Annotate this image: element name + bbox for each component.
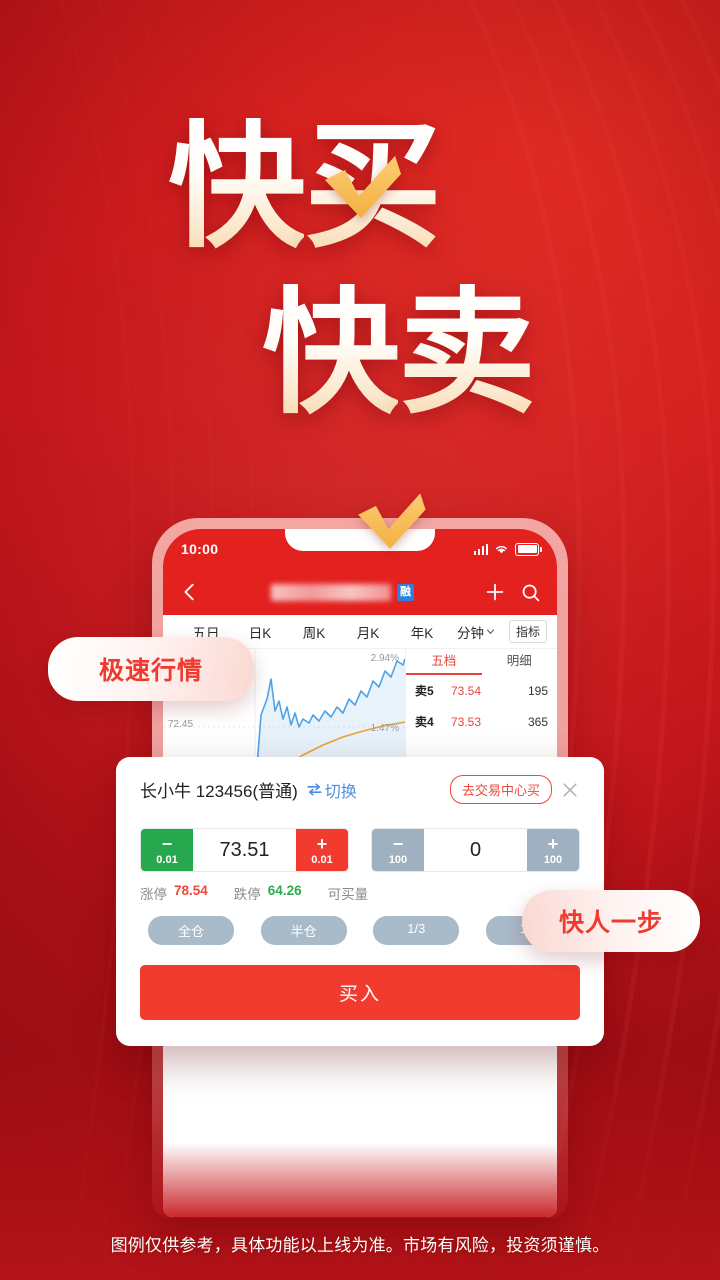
limit-up-label: 涨停 [140,887,167,902]
quantity-stepper: − 100 0 + 100 [371,828,580,872]
quote-level: 卖4 [415,715,434,729]
quantity-step: 100 [543,853,563,866]
limit-up-value: 78.54 [174,883,208,898]
callout-one-step-ahead: 快人一步 [522,890,700,952]
price-value[interactable]: 73.51 [193,829,296,871]
plus-icon: + [316,833,328,854]
quote-volume: 195 [527,683,548,698]
signal-icon [473,543,488,555]
search-icon[interactable] [520,582,541,603]
quantity-increment-button[interactable]: + 100 [527,829,579,871]
limit-down-label: 跌停 [233,887,261,902]
headline-char: 卖 [398,272,536,433]
position-chips-row: 全仓 半仓 1/3 1/4 [140,916,580,945]
quantity-value[interactable]: 0 [424,829,527,871]
quote-row: 卖5 73.54 195 [406,675,557,706]
status-bar: 10:00 [163,529,557,569]
phone-notch [285,529,435,551]
price-increment-button[interactable]: + 0.01 [296,829,348,871]
nav-title: 融 [211,583,474,601]
chevron-left-icon[interactable] [179,581,201,603]
chart-label-mid: 1.47% [370,723,399,734]
headline-line-1: 快 买 [168,106,442,267]
quote-tab-detail[interactable]: 明细 [482,649,558,675]
stock-name: 长小牛 123456(普通) [140,782,298,801]
callout-fast-quotes: 极速行情 [48,637,254,701]
plus-icon: + [547,833,559,854]
chip-half-position[interactable]: 半仓 [260,916,347,945]
quantity-decrement-button[interactable]: − 100 [372,829,424,871]
tab-minute-label: 分钟 [457,625,484,641]
headline-char: 买 [304,106,442,267]
tab-day-k[interactable]: 日K [233,622,287,642]
status-time: 10:00 [181,541,219,557]
quote-row: 卖4 73.53 365 [406,706,557,737]
poster-stage: 快 买 快 卖 10:00 融 五日 日K 周K 月K 年K 分钟 指标 2.9… [0,0,720,1280]
limit-down-value: 64.26 [267,883,302,898]
stock-title-blurred [271,583,391,601]
quote-level: 卖5 [415,684,434,698]
minus-icon: − [392,833,404,854]
price-decrement-button[interactable]: − 0.01 [141,829,193,871]
screen-bottom-fade [163,1097,557,1217]
tab-month-k[interactable]: 月K [341,622,395,642]
margin-badge: 融 [397,583,414,601]
price-step: 0.01 [311,853,333,866]
chart-label-upper: 2.94% [370,653,399,664]
quote-tabs: 五档 明细 [406,649,557,675]
swap-arrows-icon [307,783,322,796]
headline-char: 快 [262,272,400,433]
minus-icon: − [161,833,173,854]
battery-icon [515,542,542,556]
steppers-row: − 0.01 73.51 + 0.01 − 100 0 + 100 [140,828,580,872]
available-label: 可买量 [327,887,369,902]
quote-price: 73.54 [450,683,482,698]
tab-year-k[interactable]: 年K [395,622,449,642]
available-cell: 可买量 [328,883,369,903]
limit-down-cell: 跌停 64.26 [234,883,302,903]
switch-label: 切换 [324,783,357,801]
nav-bar: 融 [163,569,557,615]
price-stepper: − 0.01 73.51 + 0.01 [140,828,349,872]
buy-button[interactable]: 买入 [140,965,580,1020]
close-icon[interactable] [560,780,580,800]
tab-week-k[interactable]: 周K [287,622,341,642]
chip-full-position[interactable]: 全仓 [148,916,234,945]
quote-price: 73.53 [450,714,482,729]
headline-line-2: 快 卖 [262,272,536,549]
status-icons [473,542,542,556]
limits-row: 涨停 78.54 跌停 64.26 可买量 [140,883,580,903]
trade-card-header: 长小牛 123456(普通) 切换 去交易中心买 [140,775,580,804]
price-step: 0.01 [156,853,178,866]
nav-actions [484,581,541,603]
indicator-button[interactable]: 指标 [509,620,548,643]
chevron-down-icon [486,629,495,635]
tab-minute[interactable]: 分钟 [449,622,503,642]
headline-char: 快 [168,106,306,267]
chip-third-position[interactable]: 1/3 [373,916,460,945]
switch-account-link[interactable]: 切换 [306,778,357,802]
go-trade-center-button[interactable]: 去交易中心买 [449,775,552,804]
headline-block: 快 买 快 卖 [0,106,720,549]
plus-icon[interactable] [484,581,506,603]
wifi-icon [496,546,507,554]
quote-tab-five-level[interactable]: 五档 [406,649,482,675]
chart-axis-label: 72.45 [168,719,194,730]
disclaimer-text: 图例仅供参考，具体功能以上线为准。市场有风险，投资须谨慎。 [110,1236,610,1255]
limit-up-cell: 涨停 78.54 [140,883,208,903]
quantity-step: 100 [388,853,408,866]
quote-volume: 365 [527,714,548,729]
